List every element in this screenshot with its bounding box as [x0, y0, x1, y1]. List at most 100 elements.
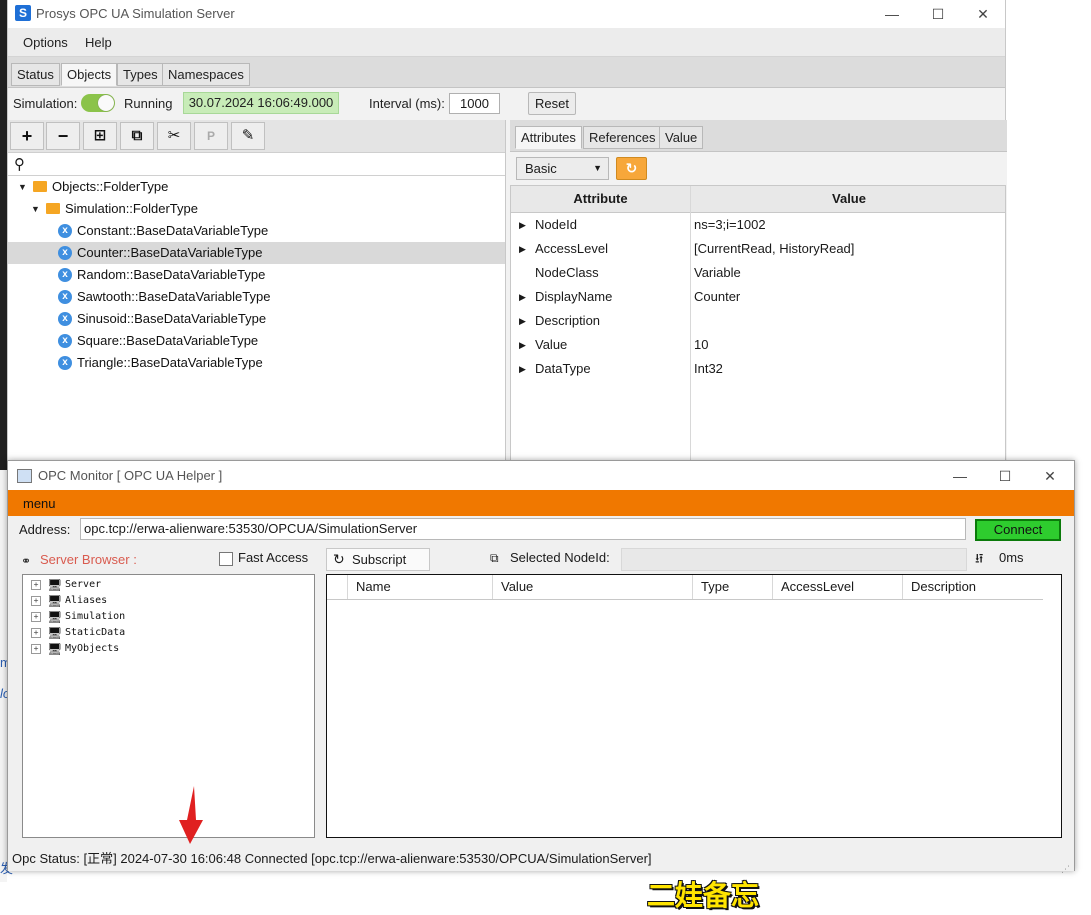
tree-node[interactable]: x Constant::BaseDataVariableType [8, 220, 505, 242]
tab-namespaces[interactable]: Namespaces [162, 63, 250, 86]
tab-attributes[interactable]: Attributes [515, 126, 582, 149]
tree-node[interactable]: x Random::BaseDataVariableType [8, 264, 505, 286]
window-title: OPC Monitor [ OPC UA Helper ] [38, 468, 223, 483]
column-header-value[interactable]: Value [492, 575, 692, 599]
expand-icon[interactable]: ▶ [519, 285, 526, 309]
attribute-name: Description [535, 313, 601, 328]
tree-node[interactable]: x Square::BaseDataVariableType [8, 330, 505, 352]
tree-node[interactable]: x Sinusoid::BaseDataVariableType [8, 308, 505, 330]
variable-icon: x [58, 224, 72, 238]
fast-access-checkbox[interactable] [219, 552, 233, 566]
table-row[interactable]: NodeClass Variable [511, 261, 1005, 285]
column-header-attribute[interactable]: Attribute [511, 186, 690, 212]
remove-node-button[interactable]: − [46, 122, 80, 150]
tree-node-selected[interactable]: x Counter::BaseDataVariableType [8, 242, 505, 264]
column-header-value[interactable]: Value [691, 186, 1007, 212]
cut-node-button[interactable]: ✂ [157, 122, 191, 150]
add-node-button[interactable]: + [10, 122, 44, 150]
copy-icon[interactable]: ⧉ [490, 551, 499, 566]
latency-label: 0ms [999, 550, 1024, 565]
close-button[interactable]: ✕ [1030, 466, 1070, 486]
expand-icon[interactable]: ▶ [519, 213, 526, 237]
simulation-toggle[interactable] [81, 94, 115, 112]
folder-icon [46, 203, 60, 214]
table-row[interactable]: ▶ DataType Int32 [511, 357, 1005, 381]
table-row[interactable]: ▶ DisplayName Counter [511, 285, 1005, 309]
refresh-icon: ↻ [625, 160, 638, 176]
view-select[interactable]: Basic ▼ [516, 157, 609, 180]
expand-icon[interactable]: ▼ [18, 176, 27, 198]
menu-bar: Options Help [8, 28, 1005, 57]
subscript-button[interactable]: ↻ Subscript [326, 548, 430, 571]
reset-button[interactable]: Reset [528, 92, 576, 115]
minimize-button[interactable]: — [940, 466, 980, 486]
tree-node[interactable]: ▼ Objects::FolderType [8, 176, 505, 198]
fast-access-label[interactable]: Fast Access [238, 550, 308, 565]
expand-icon[interactable]: + [31, 628, 41, 638]
title-bar[interactable]: S Prosys OPC UA Simulation Server — ☐ ✕ [8, 0, 1005, 28]
menu-options[interactable]: Options [23, 35, 68, 50]
red-arrow-annotation [179, 786, 203, 844]
menu-bar: menu [8, 490, 1074, 516]
copy-node-button[interactable]: ⧉ [120, 122, 154, 150]
expand-icon[interactable]: ▶ [519, 237, 526, 261]
menu-item[interactable]: menu [23, 496, 56, 511]
new-node-button[interactable]: ⊞ [83, 122, 117, 150]
node-search-input[interactable]: ⚲ [8, 153, 505, 176]
tree-node[interactable]: ▼ Simulation::FolderType [8, 198, 505, 220]
server-node-icon: 🖥 [47, 578, 63, 592]
column-header-name[interactable]: Name [347, 575, 492, 599]
server-node-icon: 🖥 [47, 594, 63, 608]
minimize-button[interactable]: — [872, 4, 912, 24]
tab-value[interactable]: Value [659, 126, 704, 149]
tree-node[interactable]: x Sawtooth::BaseDataVariableType [8, 286, 505, 308]
node-toolbar: + − ⊞ ⧉ ✂ P ✎ [8, 120, 505, 153]
expand-icon[interactable]: ▼ [31, 198, 40, 220]
expand-icon[interactable]: ▶ [519, 357, 526, 381]
tab-references[interactable]: References [583, 126, 662, 149]
refresh-button[interactable]: ↻ [616, 157, 647, 180]
expand-icon[interactable]: ▶ [519, 309, 526, 333]
maximize-button[interactable]: ☐ [918, 4, 958, 24]
maximize-button[interactable]: ☐ [985, 466, 1025, 486]
table-row[interactable]: ▶ Value 10 [511, 333, 1005, 357]
interval-input[interactable]: 1000 [449, 93, 500, 114]
tree-node[interactable]: x Triangle::BaseDataVariableType [8, 352, 505, 374]
tab-types[interactable]: Types [117, 63, 164, 86]
arrow-shape [179, 786, 203, 844]
title-bar[interactable]: OPC Monitor [ OPC UA Helper ] — ☐ ✕ [8, 461, 1074, 490]
address-space-pane: + − ⊞ ⧉ ✂ P ✎ ⚲ ▼ Objects::FolderType ▼ … [8, 120, 506, 462]
tree-node-label: Aliases [65, 595, 108, 606]
expand-icon[interactable]: + [31, 644, 41, 654]
attribute-value: Int32 [694, 361, 723, 376]
paste-node-button[interactable]: P [194, 122, 228, 150]
tab-objects[interactable]: Objects [61, 63, 118, 86]
table-row[interactable]: ▶ AccessLevel [CurrentRead, HistoryRead] [511, 237, 1005, 261]
address-input[interactable]: opc.tcp://erwa-alienware:53530/OPCUA/Sim… [80, 518, 966, 540]
expand-icon[interactable]: ▶ [519, 333, 526, 357]
attribute-name: DisplayName [535, 289, 613, 304]
menu-help[interactable]: Help [85, 35, 112, 50]
connect-button[interactable]: Connect [975, 519, 1061, 541]
attribute-name: NodeClass [535, 265, 599, 280]
attribute-value: Counter [694, 289, 741, 304]
tab-status[interactable]: Status [11, 63, 60, 86]
node-details-pane: Attributes References Value Basic ▼ ↻ At… [510, 120, 1007, 462]
edit-node-button[interactable]: ✎ [231, 122, 265, 150]
monitor-grid: Name Value Type AccessLevel Description … [326, 574, 1062, 911]
attribute-toolbar: Basic ▼ ↻ [510, 152, 1007, 185]
close-button[interactable]: ✕ [963, 4, 1003, 24]
table-row[interactable]: ▶ NodeId ns=3;i=1002 [511, 213, 1005, 237]
column-header-description[interactable]: Description [902, 575, 1043, 599]
refresh-icon: ↻ [333, 551, 345, 567]
column-header-accesslevel[interactable]: AccessLevel [772, 575, 902, 599]
table-row[interactable]: ▶ Description [511, 309, 1005, 333]
column-header-type[interactable]: Type [692, 575, 772, 599]
tree-node-label: Counter::BaseDataVariableType [77, 245, 263, 260]
resize-grip-icon[interactable]: ⋰ [1061, 857, 1070, 881]
expand-icon[interactable]: + [31, 612, 41, 622]
expand-icon[interactable]: + [31, 596, 41, 606]
expand-icon[interactable]: + [31, 580, 41, 590]
server-node-icon: 🖥 [47, 626, 63, 640]
variable-icon: x [58, 312, 72, 326]
